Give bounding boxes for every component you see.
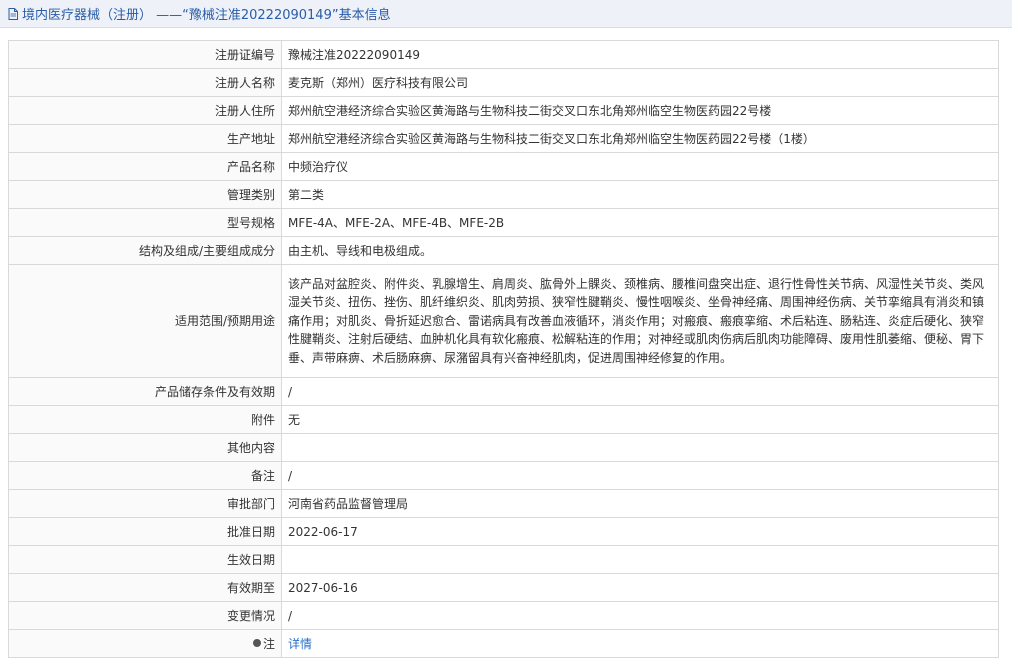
info-table: 注册证编号 豫械注准20222090149 注册人名称 麦克斯（郑州）医疗科技有… [8, 40, 999, 658]
row-value: 第二类 [281, 180, 999, 209]
row-label: 产品名称 [8, 152, 282, 181]
row-value: 豫械注准20222090149 [281, 40, 999, 69]
table-row: 结构及组成/主要组成成分 由主机、导线和电极组成。 [8, 236, 999, 265]
row-value: 郑州航空港经济综合实验区黄海路与生物科技二街交叉口东北角郑州临空生物医药园22号… [281, 96, 999, 125]
note-label-cell: 注 [8, 629, 282, 658]
row-value [281, 433, 999, 462]
row-value: 由主机、导线和电极组成。 [281, 236, 999, 265]
row-label: 生效日期 [8, 545, 282, 574]
table-row: 生产地址 郑州航空港经济综合实验区黄海路与生物科技二街交叉口东北角郑州临空生物医… [8, 124, 999, 153]
row-label: 批准日期 [8, 517, 282, 546]
row-value: 2027-06-16 [281, 573, 999, 602]
row-label: 型号规格 [8, 208, 282, 237]
details-link[interactable]: 详情 [288, 637, 312, 651]
row-value: / [281, 461, 999, 490]
table-row: 备注 / [8, 461, 999, 490]
table-row: 有效期至 2027-06-16 [8, 573, 999, 602]
row-label: 其他内容 [8, 433, 282, 462]
row-value: MFE-4A、MFE-2A、MFE-4B、MFE-2B [281, 208, 999, 237]
row-label: 注册证编号 [8, 40, 282, 69]
row-value: 麦克斯（郑州）医疗科技有限公司 [281, 68, 999, 97]
page-title-bar: 境内医疗器械（注册） ——“豫械注准20222090149”基本信息 [0, 0, 1012, 28]
row-label: 生产地址 [8, 124, 282, 153]
row-value: / [281, 377, 999, 406]
table-row: 审批部门 河南省药品监督管理局 [8, 489, 999, 518]
row-label: 变更情况 [8, 601, 282, 630]
table-row: 生效日期 [8, 545, 999, 574]
row-value: 郑州航空港经济综合实验区黄海路与生物科技二街交叉口东北角郑州临空生物医药园22号… [281, 124, 999, 153]
row-label: 结构及组成/主要组成成分 [8, 236, 282, 265]
table-row: 产品名称 中频治疗仪 [8, 152, 999, 181]
row-label: 附件 [8, 405, 282, 434]
table-row: 型号规格 MFE-4A、MFE-2A、MFE-4B、MFE-2B [8, 208, 999, 237]
row-label: 注册人名称 [8, 68, 282, 97]
table-row: 批准日期 2022-06-17 [8, 517, 999, 546]
table-row: 适用范围/预期用途 该产品对盆腔炎、附件炎、乳腺增生、肩周炎、肱骨外上髁炎、颈椎… [8, 264, 999, 378]
row-label: 审批部门 [8, 489, 282, 518]
row-value: 该产品对盆腔炎、附件炎、乳腺增生、肩周炎、肱骨外上髁炎、颈椎病、腰椎间盘突出症、… [281, 264, 999, 378]
row-label: 备注 [8, 461, 282, 490]
document-icon [8, 7, 18, 20]
table-row: 管理类别 第二类 [8, 180, 999, 209]
row-label: 管理类别 [8, 180, 282, 209]
table-row: 产品储存条件及有效期 / [8, 377, 999, 406]
row-label: 产品储存条件及有效期 [8, 377, 282, 406]
note-value-cell: 详情 [281, 629, 999, 658]
row-value: 无 [281, 405, 999, 434]
row-value: 中频治疗仪 [281, 152, 999, 181]
note-label: 注 [262, 636, 275, 651]
row-label: 注册人住所 [8, 96, 282, 125]
table-row: 注册证编号 豫械注准20222090149 [8, 40, 999, 69]
row-value: 2022-06-17 [281, 517, 999, 546]
table-row: 其他内容 [8, 433, 999, 462]
table-row: 注册人住所 郑州航空港经济综合实验区黄海路与生物科技二街交叉口东北角郑州临空生物… [8, 96, 999, 125]
note-row: 注 详情 [8, 629, 999, 658]
pin-icon [252, 639, 261, 647]
table-row: 注册人名称 麦克斯（郑州）医疗科技有限公司 [8, 68, 999, 97]
row-value [281, 545, 999, 574]
row-label: 适用范围/预期用途 [8, 264, 282, 378]
table-row: 变更情况 / [8, 601, 999, 630]
table-row: 附件 无 [8, 405, 999, 434]
row-value: 河南省药品监督管理局 [281, 489, 999, 518]
row-label: 有效期至 [8, 573, 282, 602]
page-title: 境内医疗器械（注册） ——“豫械注准20222090149”基本信息 [22, 8, 391, 23]
row-value: / [281, 601, 999, 630]
